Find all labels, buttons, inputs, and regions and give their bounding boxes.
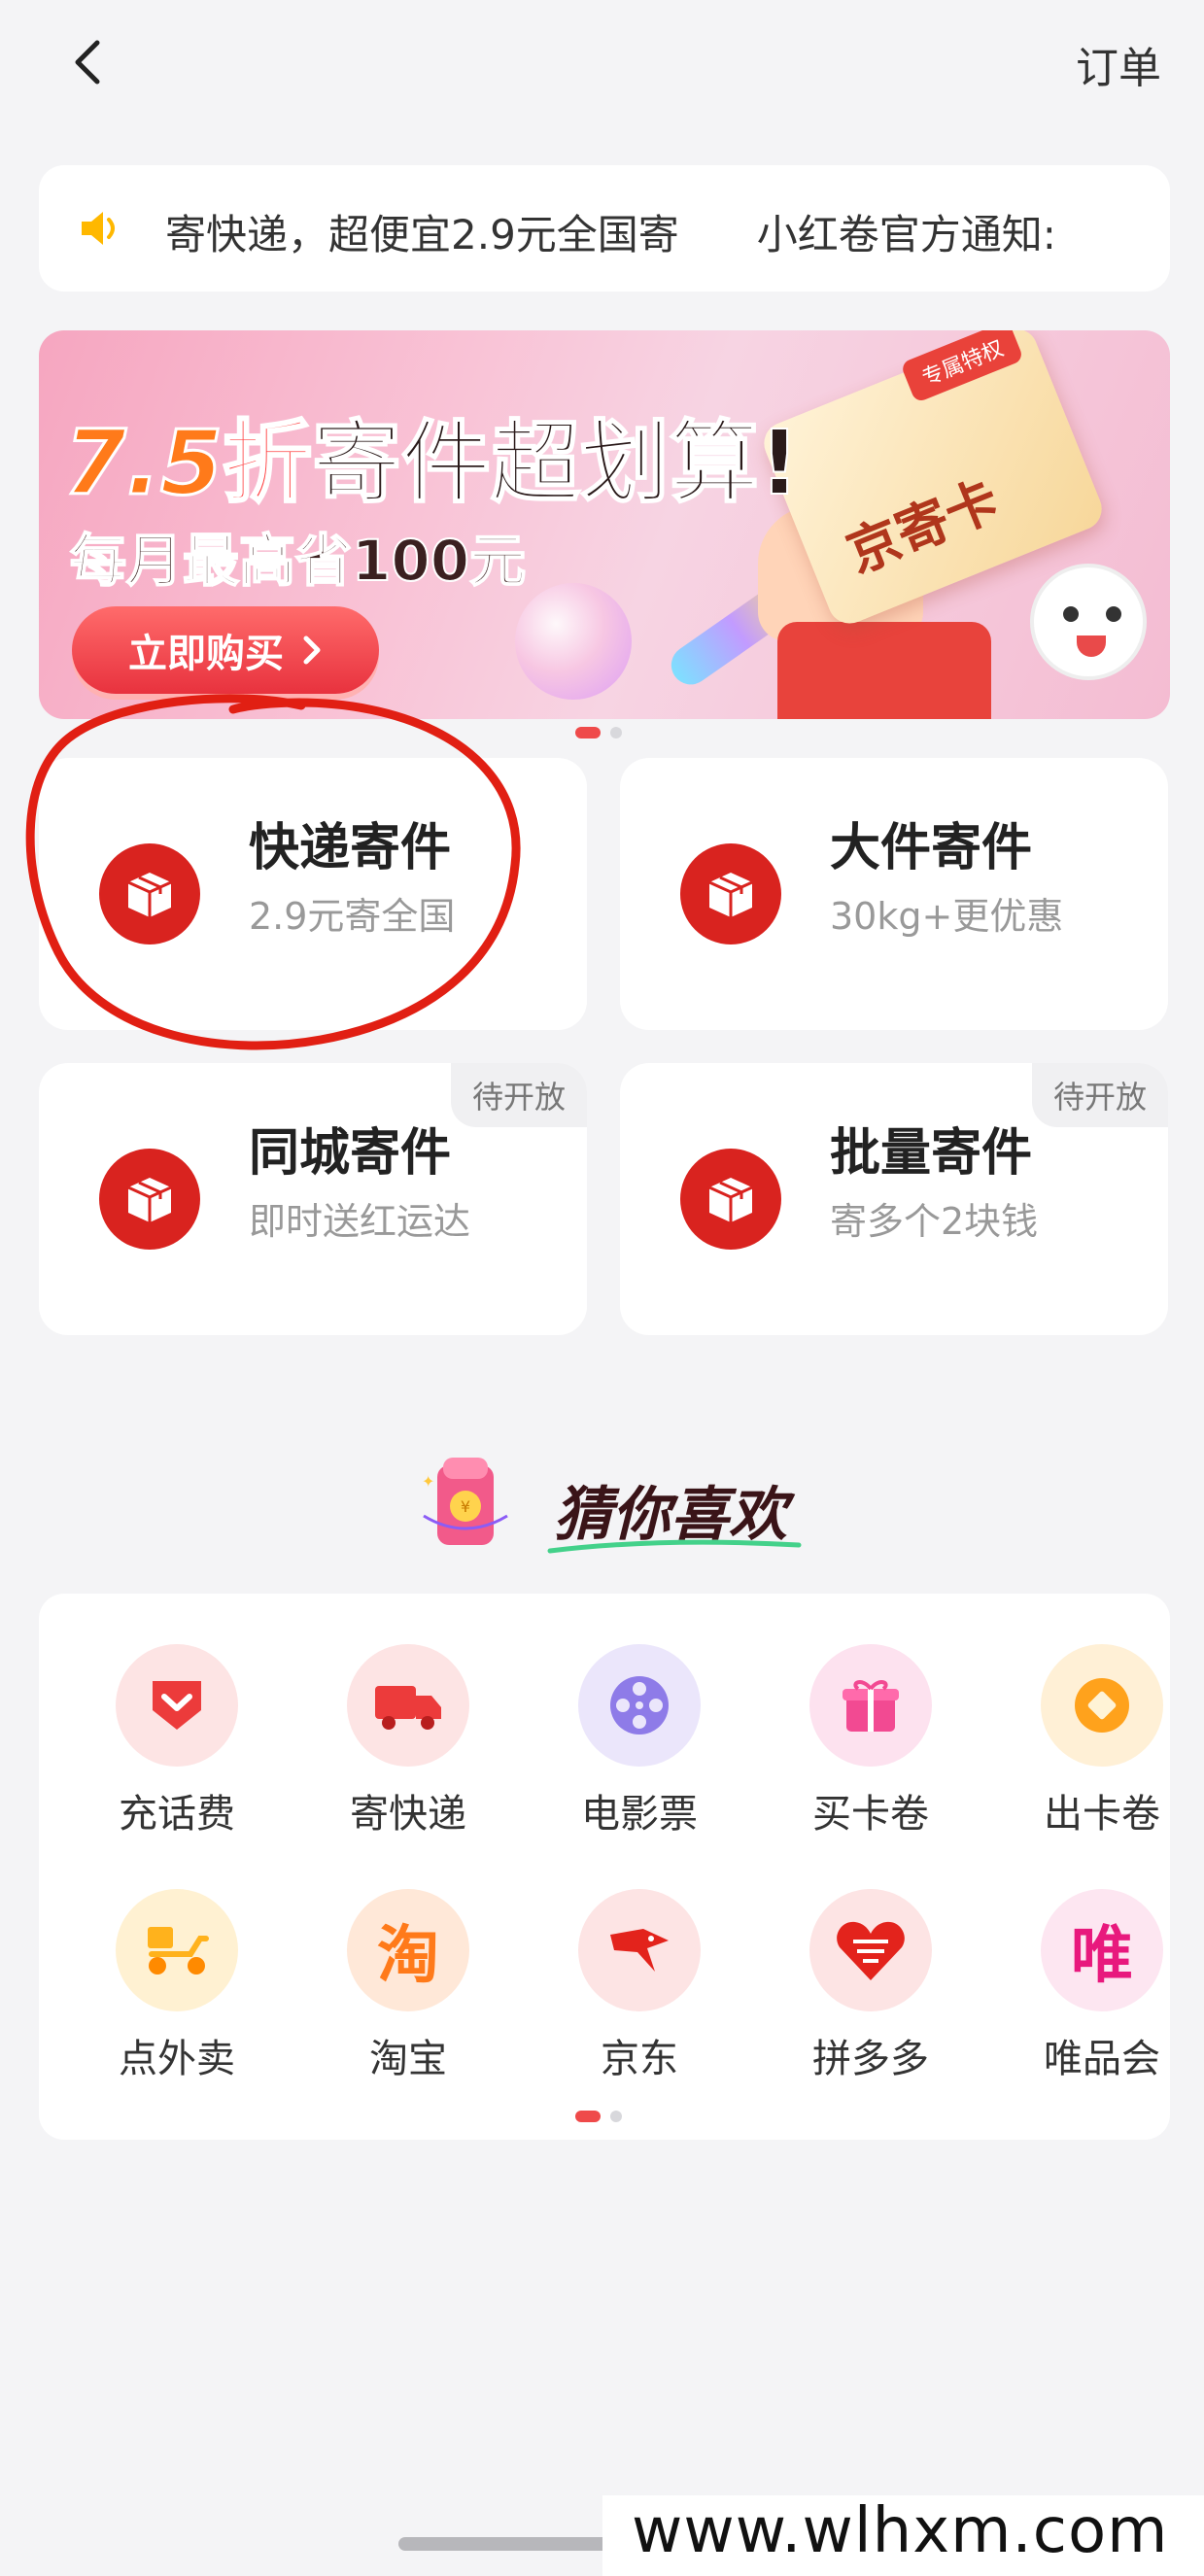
service-batch[interactable]: 待开放 批量寄件 寄多个2块钱	[620, 1063, 1168, 1335]
recommend-item-label: 电影票	[581, 1792, 698, 1837]
recommend-item-label: 淘宝	[369, 2037, 447, 2081]
notice-text-1: 寄快递，超便宜2.9元全国寄	[165, 211, 679, 257]
recommend-item-vip[interactable]: 唯 唯品会	[1005, 1838, 1199, 2081]
coin-icon	[1041, 1644, 1163, 1767]
svg-text:✦: ✦	[422, 1472, 434, 1491]
discount-number: 7.5	[63, 410, 224, 517]
notice-bar[interactable]: 寄快递，超便宜2.9元全国寄 小红卷官方通知:	[39, 165, 1170, 292]
recommend-item-label: 买卡卷	[812, 1792, 929, 1837]
headline-text: 寄件超划算!	[311, 410, 801, 516]
recommend-item-label: 点外卖	[119, 2037, 235, 2081]
card-tag: 专属特权	[900, 330, 1024, 404]
service-same-city[interactable]: 待开放 同城寄件 即时送红运达	[39, 1063, 587, 1335]
pager-dot	[610, 727, 622, 738]
service-subtitle: 2.9元寄全国	[249, 895, 456, 938]
package-icon	[680, 1149, 781, 1250]
recommend-pager	[575, 2111, 622, 2122]
film-reel-icon	[578, 1644, 701, 1767]
recommend-item-food-delivery[interactable]: 点外卖	[80, 1838, 274, 2081]
recommend-panel: 充话费 寄快递 电影票 买卡卷 出卡卷 点外卖 淘 淘宝 京东 拼多多 唯 唯品…	[39, 1594, 1170, 2140]
card-name: 京寄卡	[838, 468, 1008, 585]
banner-pager	[575, 727, 622, 738]
watermark: www.wlhxm.com	[602, 2495, 1204, 2576]
notice-text-2: 小红卷官方通知:	[756, 211, 1056, 257]
svg-text:¥: ¥	[461, 1497, 470, 1516]
package-icon	[680, 843, 781, 945]
recommend-item-jd[interactable]: 京东	[542, 1838, 737, 2081]
orders-link[interactable]: 订单	[1076, 33, 1161, 95]
service-express[interactable]: 快递寄件 2.9元寄全国	[39, 758, 587, 1030]
pager-dot	[610, 2111, 622, 2122]
service-large-item[interactable]: 大件寄件 30kg+更优惠	[620, 758, 1168, 1030]
service-title: 批量寄件	[830, 1124, 1033, 1183]
pager-dot-active	[575, 2111, 601, 2122]
pinduoduo-icon	[809, 1889, 932, 2011]
buy-now-button[interactable]: 立即购买	[72, 606, 379, 694]
service-title: 大件寄件	[830, 819, 1033, 877]
recommend-item-pinduoduo[interactable]: 拼多多	[774, 1838, 968, 2081]
banner-subtitle: 每月最高省100元	[69, 527, 527, 595]
discount-word: 折	[221, 410, 313, 517]
service-subtitle: 即时送红运达	[249, 1200, 471, 1243]
sleeve-illustration	[777, 622, 991, 719]
title-underline-decoration	[547, 1539, 802, 1554]
recommend-item-label: 拼多多	[812, 2037, 929, 2081]
recommend-item-movie-tickets[interactable]: 电影票	[542, 1594, 737, 1837]
recommend-item-label: 出卡卷	[1044, 1792, 1160, 1837]
buy-now-label: 立即购买	[128, 632, 284, 676]
promo-banner[interactable]: 专属特权 京寄卡 7.5折寄件超划算! 每月最高省100元 立即购买	[39, 330, 1170, 719]
recommend-item-label: 唯品会	[1044, 2037, 1160, 2081]
speaker-icon	[76, 204, 124, 253]
recommend-item-label: 京东	[601, 2037, 678, 2081]
recommend-item-label: 寄快递	[350, 1792, 466, 1837]
red-envelope-mascot-icon: ¥ ✦	[422, 1458, 508, 1545]
gift-icon	[809, 1644, 932, 1767]
watermark-text: www.wlhxm.com	[632, 2495, 1169, 2567]
recommend-item-taobao[interactable]: 淘 淘宝	[311, 1838, 505, 2081]
vip-icon: 唯	[1041, 1889, 1163, 2011]
package-icon	[99, 1149, 200, 1250]
jd-icon	[578, 1889, 701, 2011]
top-bar: 订单	[0, 0, 1204, 136]
recommend-header: ¥ ✦ 猜你喜欢	[0, 1438, 1204, 1564]
bubble-decoration	[515, 583, 632, 700]
service-subtitle: 30kg+更优惠	[830, 895, 1064, 938]
chevron-right-icon	[303, 635, 321, 665]
recommend-item-label: 充话费	[119, 1792, 235, 1837]
service-title: 快递寄件	[249, 819, 452, 877]
jd-dog-mascot	[1030, 564, 1147, 680]
truck-icon	[347, 1644, 469, 1767]
taobao-icon: 淘	[347, 1889, 469, 2011]
heart-shield-icon	[116, 1644, 238, 1767]
back-icon[interactable]	[60, 33, 119, 91]
coming-soon-badge: 待开放	[450, 1063, 587, 1127]
coming-soon-badge: 待开放	[1031, 1063, 1168, 1127]
recommend-item-sell-cards[interactable]: 出卡卷	[1005, 1594, 1199, 1837]
banner-headline: 7.5折寄件超划算!	[63, 391, 801, 520]
recommend-item-buy-cards[interactable]: 买卡卷	[774, 1594, 968, 1837]
recommend-item-send-express[interactable]: 寄快递	[311, 1594, 505, 1837]
scooter-icon	[116, 1889, 238, 2011]
service-title: 同城寄件	[249, 1124, 452, 1183]
recommend-item-phone-recharge[interactable]: 充话费	[80, 1594, 274, 1837]
notice-marquee: 寄快递，超便宜2.9元全国寄 小红卷官方通知:	[165, 202, 1131, 257]
service-subtitle: 寄多个2块钱	[830, 1200, 1039, 1243]
package-icon	[99, 843, 200, 945]
pager-dot-active	[575, 727, 601, 738]
